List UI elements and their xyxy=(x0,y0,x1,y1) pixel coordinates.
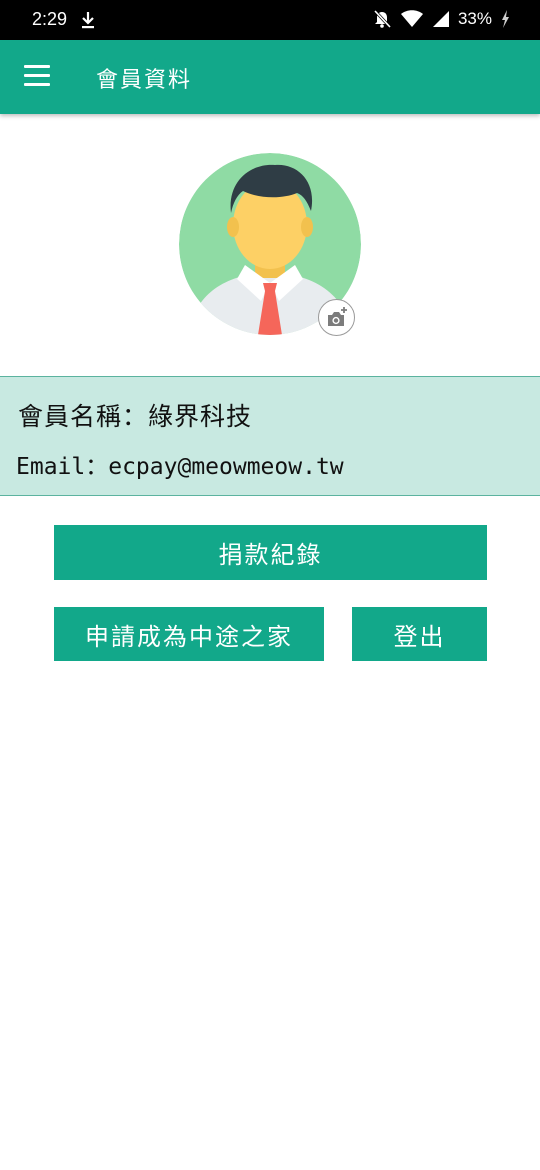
signal-icon xyxy=(432,10,450,28)
member-email: Email：ecpay@meowmeow.tw xyxy=(16,454,344,480)
status-bar: 2:29 33% xyxy=(0,0,540,40)
wifi-icon xyxy=(400,10,424,28)
status-indicators: 33% xyxy=(372,9,510,29)
bell-off-icon xyxy=(372,9,392,29)
donation-records-button[interactable]: 捐款紀錄 xyxy=(54,525,487,580)
app-bar: 會員資料 xyxy=(0,40,540,114)
apply-foster-home-button[interactable]: 申請成為中途之家 xyxy=(54,607,324,661)
battery-text: 33% xyxy=(457,9,492,28)
logout-button[interactable]: 登出 xyxy=(352,607,487,661)
menu-icon[interactable] xyxy=(24,65,50,87)
download-icon xyxy=(80,10,96,30)
member-name: 會員名稱：綠界科技 xyxy=(18,402,253,431)
camera-add-icon[interactable] xyxy=(318,299,355,336)
member-info-panel: 會員名稱：綠界科技 Email：ecpay@meowmeow.tw xyxy=(0,376,540,496)
battery-charging-icon xyxy=(500,9,510,29)
status-time: 2:29 xyxy=(32,9,68,29)
page-title: 會員資料 xyxy=(96,68,193,93)
